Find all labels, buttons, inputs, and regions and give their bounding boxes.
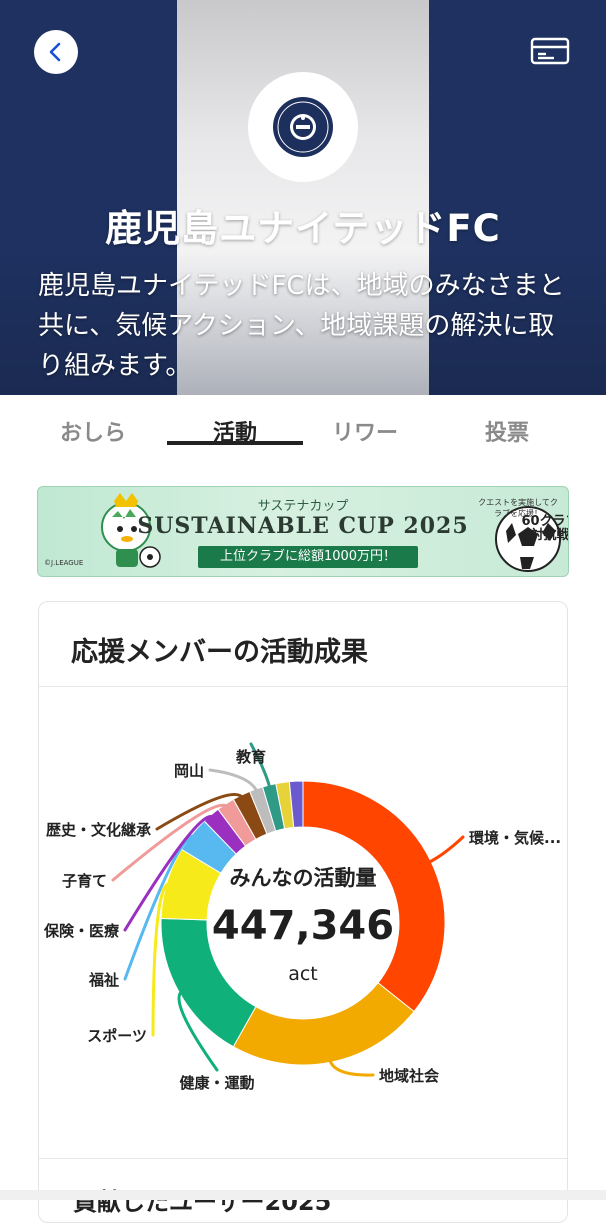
slice-label: 保険・医療 (43, 922, 120, 940)
bottom-edge (0, 1190, 606, 1200)
active-tab-indicator (167, 441, 303, 445)
card-title: 応援メンバーの活動成果 (71, 637, 368, 668)
membership-card-button[interactable] (530, 37, 570, 65)
slice-label: 福祉 (88, 971, 119, 989)
donut-slice (302, 780, 446, 1013)
chevron-left-icon (49, 42, 61, 62)
slice-label: 歴史・文化継承 (46, 821, 151, 839)
slice-label: 地域社会 (379, 1067, 439, 1085)
chart-center-label: みんなの活動量 (230, 866, 377, 890)
slice-label: 環境・気候... (469, 829, 561, 847)
banner-cta: 上位クラブに総額1000万円！ (198, 546, 418, 568)
card-icon (530, 37, 570, 65)
activity-donut-chart: 環境・気候... 地域社会 健康・運動 スポーツ 福祉 保険・医療 子育て 歴史・文化継承 岡山… (43, 742, 561, 1092)
slice-label: 岡山 (174, 762, 204, 780)
sustainable-cup-banner[interactable]: ©J.LEAGUE サステナカップ SUSTAINABLE CUP 2025 上… (37, 486, 569, 577)
slice-label: スポーツ (87, 1027, 147, 1045)
tab-rewards[interactable]: リワー (310, 415, 420, 447)
activity-results-card: 応援メンバーの活動成果 環境・気候... 地域社会 健康・運動 スポーツ 福祉 保険・医療… (38, 601, 568, 1223)
chart-unit: act (288, 963, 318, 985)
club-description: 鹿児島ユナイテッドFCは、地域のみなさまと共に、気候アクション、地域課題の解決に… (38, 271, 565, 381)
tab-news[interactable]: おしら (38, 415, 148, 447)
label-leader-line (208, 768, 259, 795)
label-leader-line (425, 835, 465, 865)
slice-label: 子育て (62, 872, 107, 890)
tab-vote[interactable]: 投票 (452, 415, 562, 447)
club-header: 鹿児島ユナイテッドFC 鹿児島ユナイテッドFCは、地域のみなさまと共に、気候アク… (0, 0, 606, 395)
banner-credit: ©J.LEAGUE (44, 559, 84, 567)
slice-label: 健康・運動 (179, 1074, 254, 1092)
chart-total-value: 447,346 (212, 903, 394, 949)
club-logo (248, 72, 358, 182)
club-name: 鹿児島ユナイテッドFC (105, 207, 501, 250)
back-button[interactable] (34, 30, 78, 74)
divider (39, 1158, 567, 1159)
tab-bar: おしら 活動 リワー 投票 (0, 395, 606, 455)
slice-label: 教育 (235, 748, 266, 766)
club-emblem-icon (273, 97, 333, 157)
donut-slice (232, 982, 415, 1066)
banner-badge: 60クラブ対抗戦 (521, 514, 569, 543)
